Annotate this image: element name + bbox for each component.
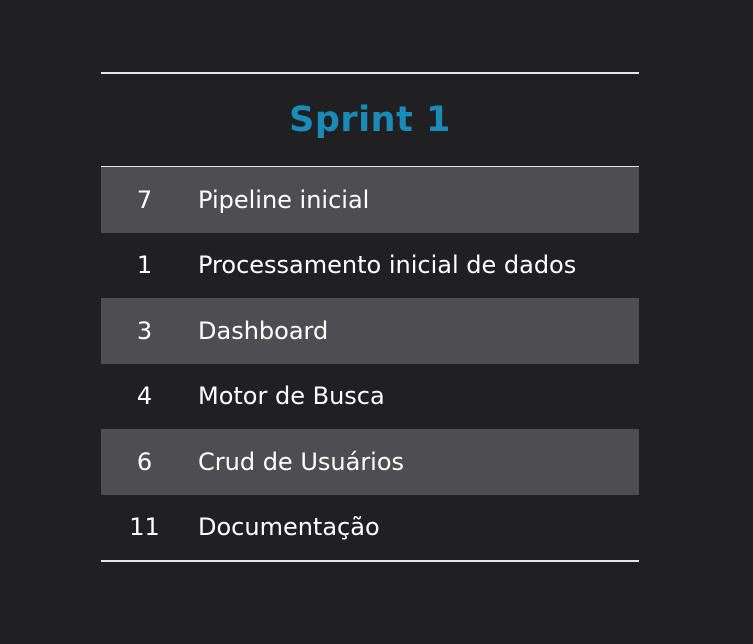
sprint-title: Sprint 1 xyxy=(289,100,451,140)
sprint-table: Sprint 1 7 Pipeline inicial 1 Processame… xyxy=(101,72,639,562)
row-number: 7 xyxy=(136,185,153,214)
table-row: 6 Crud de Usuários xyxy=(101,429,639,495)
table-row: 1 Processamento inicial de dados xyxy=(101,233,639,299)
row-label: Dashboard xyxy=(198,316,329,345)
row-number: 1 xyxy=(136,251,153,280)
row-label: Documentação xyxy=(198,513,380,542)
row-label: Pipeline inicial xyxy=(198,185,370,214)
table-row: 4 Motor de Busca xyxy=(101,364,639,430)
row-number: 6 xyxy=(136,447,153,476)
row-label: Processamento inicial de dados xyxy=(198,251,577,280)
row-label: Motor de Busca xyxy=(198,382,385,411)
table-row: 11 Documentação xyxy=(101,495,639,561)
table-row: 7 Pipeline inicial xyxy=(101,167,639,233)
bottom-rule xyxy=(101,560,639,562)
title-row: Sprint 1 xyxy=(101,74,639,166)
row-label: Crud de Usuários xyxy=(198,447,405,476)
table-row: 3 Dashboard xyxy=(101,298,639,364)
row-number: 3 xyxy=(136,316,153,345)
row-number: 4 xyxy=(136,382,153,411)
row-number: 11 xyxy=(129,513,160,542)
